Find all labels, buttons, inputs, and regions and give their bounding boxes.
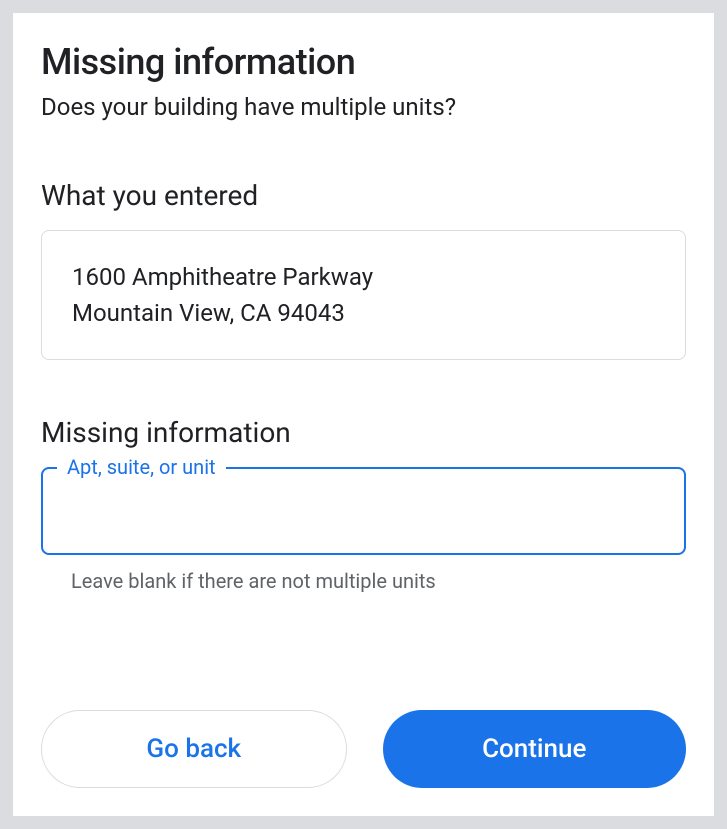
apt-hint: Leave blank if there are not multiple un… [41,569,686,593]
entered-heading: What you entered [41,179,686,212]
missing-info-dialog: Missing information Does your building h… [12,12,715,817]
continue-button[interactable]: Continue [383,710,687,788]
dialog-subtitle: Does your building have multiple units? [41,93,686,121]
address-line-2: Mountain View, CA 94043 [72,295,655,331]
apt-field-label: Apt, suite, or unit [57,455,226,479]
address-line-1: 1600 Amphitheatre Parkway [72,259,655,295]
go-back-button[interactable]: Go back [41,710,347,788]
dialog-title: Missing information [41,41,686,83]
entered-address-box: 1600 Amphitheatre Parkway Mountain View,… [41,230,686,360]
button-row: Go back Continue [41,710,686,788]
apt-input[interactable] [41,467,686,555]
apt-field-wrap: Apt, suite, or unit [41,467,686,555]
missing-heading: Missing information [41,416,686,449]
